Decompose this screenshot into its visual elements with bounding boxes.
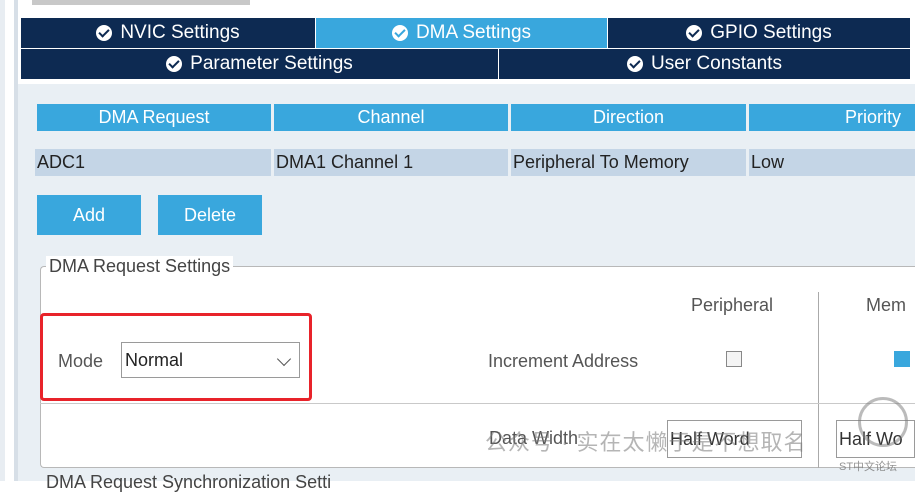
check-circle-icon <box>391 25 408 41</box>
check-circle-icon <box>686 25 703 41</box>
peripheral-increment-checkbox[interactable] <box>726 351 742 367</box>
delete-button[interactable]: Delete <box>158 195 262 235</box>
column-header-channel[interactable]: Channel <box>274 104 508 131</box>
cell-channel: DMA1 Channel 1 <box>274 149 508 176</box>
watermark-text: 公众号 · 实在太懒于是不想取名 <box>485 430 807 455</box>
cell-direction: Peripheral To Memory <box>511 149 746 176</box>
watermark-subtext: ST中文论坛 <box>839 461 898 473</box>
settings-divider <box>40 403 915 404</box>
column-header-priority[interactable]: Priority <box>749 104 915 131</box>
dma-request-settings-legend: DMA Request Settings <box>46 256 234 277</box>
sync-settings-legend: DMA Request Synchronization Setti <box>46 472 332 492</box>
table-row[interactable]: ADC1 DMA1 Channel 1 Peripheral To Memory… <box>35 149 915 176</box>
cell-dma-request: ADC1 <box>35 149 271 176</box>
check-circle-icon <box>166 56 183 72</box>
watermark-logo-icon <box>858 397 908 447</box>
tab-gpio-settings[interactable]: GPIO Settings <box>608 18 910 48</box>
check-circle-icon <box>96 25 113 41</box>
peripheral-column-label: Peripheral <box>691 295 774 315</box>
tab-user-constants[interactable]: User Constants <box>499 49 910 79</box>
memory-column-label: Mem <box>866 295 906 315</box>
check-circle-icon <box>627 56 644 72</box>
column-header-dma-request[interactable]: DMA Request <box>37 104 271 131</box>
top-scroll-strip <box>32 0 250 5</box>
increment-address-label: Increment Address <box>488 351 639 371</box>
tab-dma-settings[interactable]: DMA Settings <box>316 18 607 48</box>
column-header-direction[interactable]: Direction <box>511 104 746 131</box>
memory-increment-checkbox[interactable] <box>894 351 910 367</box>
tab-parameter-settings[interactable]: Parameter Settings <box>21 49 498 79</box>
tab-nvic-settings[interactable]: NVIC Settings <box>21 18 315 48</box>
left-rail <box>0 0 5 481</box>
highlight-box <box>40 313 312 401</box>
column-divider <box>818 292 819 468</box>
cell-priority: Low <box>749 149 915 176</box>
add-button[interactable]: Add <box>37 195 141 235</box>
